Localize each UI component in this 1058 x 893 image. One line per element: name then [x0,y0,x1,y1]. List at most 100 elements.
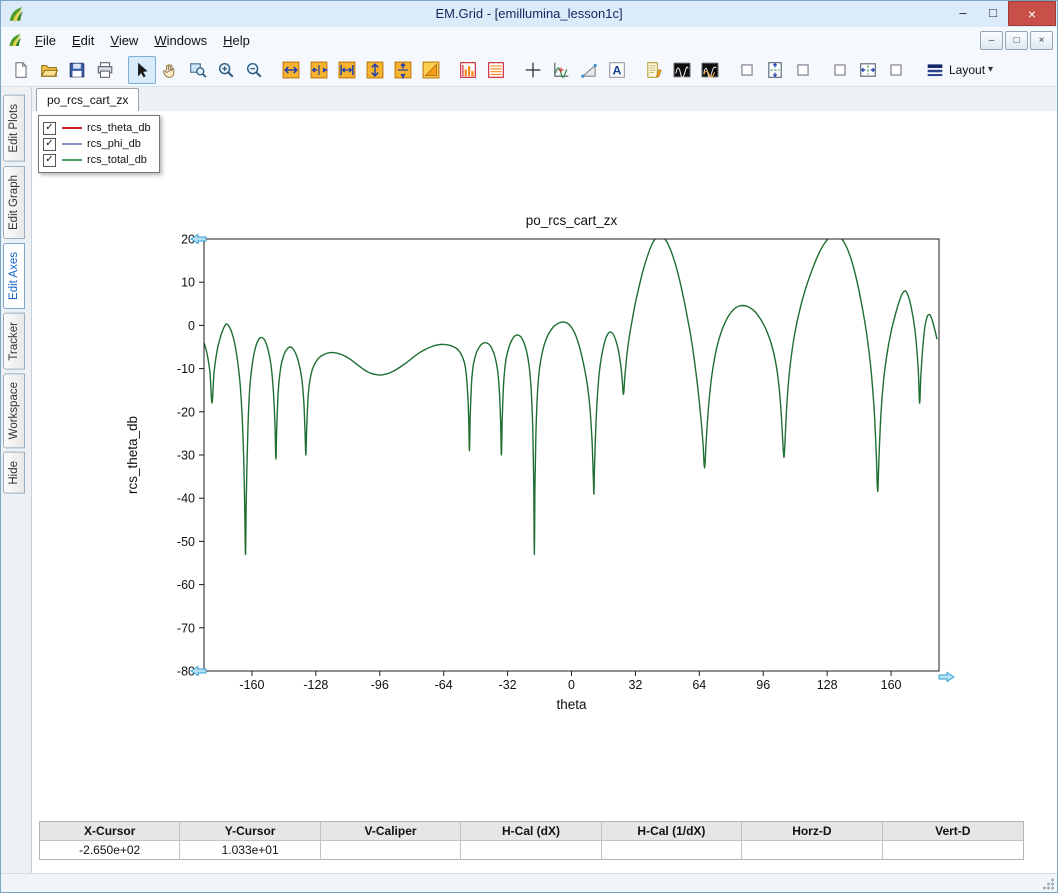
axes-graph-button[interactable] [482,56,510,84]
legend-row: ✓rcs_phi_db [43,136,151,152]
document-tab[interactable]: po_rcs_cart_zx [36,88,139,112]
y-tick-label: 0 [188,319,195,333]
zoom-out-button[interactable] [240,56,268,84]
signal-dark-2-button[interactable] [696,56,724,84]
new-file-button[interactable] [7,56,35,84]
minimize-button[interactable]: – [948,1,978,24]
close-button[interactable]: × [1008,1,1056,26]
toggle-box-3-button[interactable] [826,56,854,84]
document-icon [7,32,23,48]
bounds-x-button[interactable] [333,56,361,84]
plot-region: po_rcs_cart_zx-160-128-96-64-32032649612… [32,111,1057,821]
signal-dark-button[interactable] [668,56,696,84]
menu-edit[interactable]: Edit [64,29,102,52]
main-body: Edit Plots Edit Graph Edit Axes Tracker Work… [1,87,1057,874]
axes-graph-icon [487,61,505,79]
shift-y-icon [394,61,412,79]
status-col-h-cal-dx: H-Cal (dX) [461,822,601,841]
save-file-icon [68,61,86,79]
sidebar-tab-edit-plots[interactable]: Edit Plots [3,95,25,162]
app-window: EM.Grid - [emillumina_lesson1c] –□× File… [0,0,1058,893]
cursor-table-values: -2.650e+021.033e+01 [40,841,1023,859]
document-tab-bar: po_rcs_cart_zx [32,87,1057,112]
toggle-box-1-button[interactable] [733,56,761,84]
status-col-horz-d: Horz-D [742,822,882,841]
x-tick-label: 0 [568,678,575,692]
toggle-box-4-button[interactable] [882,56,910,84]
print-icon [96,61,114,79]
sidebar-tab-edit-graph[interactable]: Edit Graph [3,166,25,239]
bounds-x-icon [338,61,356,79]
menu-view[interactable]: View [102,29,146,52]
menu-windows[interactable]: Windows [146,29,215,52]
legend-line-sample [62,143,82,145]
sidebar-tab-hide[interactable]: Hide [3,452,25,494]
autoscale-button[interactable] [417,56,445,84]
dropdown-caret-icon: ▾ [988,64,993,75]
menu-file[interactable]: File [27,29,64,52]
scale-x-button[interactable] [277,56,305,84]
x-tick-label: 128 [817,678,838,692]
mdi-close-button[interactable]: × [1030,31,1053,50]
zoom-in-button[interactable] [212,56,240,84]
content-area: po_rcs_cart_zx po_rcs_cart_zx-160-128-96… [31,87,1057,874]
legend-checkbox[interactable]: ✓ [43,154,56,167]
y-tick-label: -40 [177,492,195,506]
curve-tracker-button[interactable] [547,56,575,84]
cursor-table-header: X-CursorY-CursorV-CaliperH-Cal (dX)H-Cal… [40,822,1023,841]
toggle-box-2-button[interactable] [789,56,817,84]
text-annotation-button[interactable]: A [603,56,631,84]
toggle-box-4-icon [887,61,905,79]
pan-hand-button[interactable] [156,56,184,84]
chart[interactable]: po_rcs_cart_zx-160-128-96-64-32032649612… [107,199,1012,744]
scale-y-button[interactable] [361,56,389,84]
toolbar-separator [445,57,454,83]
h-range-tool-icon [859,61,877,79]
shift-x-button[interactable] [305,56,333,84]
x-tick-label: -96 [371,678,389,692]
sidebar-tab-edit-axes[interactable]: Edit Axes [3,243,25,309]
layout-dropdown-button[interactable]: Layout▾ [919,56,1000,84]
legend-checkbox[interactable]: ✓ [43,138,56,151]
h-range-tool-button[interactable] [854,56,882,84]
scale-x-icon [282,61,300,79]
toolbar-separator [268,57,277,83]
print-button[interactable] [91,56,119,84]
maximize-button[interactable]: □ [978,1,1008,24]
curve-tracker-icon [552,61,570,79]
v-range-tool-button[interactable] [761,56,789,84]
save-file-button[interactable] [63,56,91,84]
sidebar-tab-tracker[interactable]: Tracker [3,313,25,370]
v-range-tool-icon [766,61,784,79]
open-file-icon [40,61,58,79]
slope-marker-button[interactable] [575,56,603,84]
shift-y-button[interactable] [389,56,417,84]
x-tick-label: 64 [692,678,706,692]
x-tick-label: -160 [239,678,264,692]
open-file-button[interactable] [35,56,63,84]
legend-row: ✓rcs_total_db [43,152,151,168]
slope-marker-icon [580,61,598,79]
select-cursor-button[interactable] [128,56,156,84]
legend-checkbox[interactable]: ✓ [43,122,56,135]
bar-graph-icon [459,61,477,79]
zoom-window-button[interactable] [184,56,212,84]
notes-page-button[interactable] [640,56,668,84]
svg-text:A: A [613,63,622,77]
axis-handle-icon[interactable] [939,673,954,682]
y-tick-label: -20 [177,405,195,419]
mdi-minimize-button[interactable]: – [980,31,1003,50]
new-file-icon [12,61,30,79]
resize-grip[interactable] [1042,877,1055,890]
notes-page-icon [645,61,663,79]
status-value-y-cursor: 1.033e+01 [180,841,320,859]
toolbar-separator [817,57,826,83]
status-value-x-cursor: -2.650e+02 [40,841,180,859]
crosshair-button[interactable] [519,56,547,84]
toolbar-separator [724,57,733,83]
mdi-restore-button[interactable]: □ [1005,31,1028,50]
menu-help[interactable]: Help [215,29,258,52]
toggle-box-1-icon [738,61,756,79]
sidebar-tab-workspace[interactable]: Workspace [3,373,25,448]
bar-graph-button[interactable] [454,56,482,84]
